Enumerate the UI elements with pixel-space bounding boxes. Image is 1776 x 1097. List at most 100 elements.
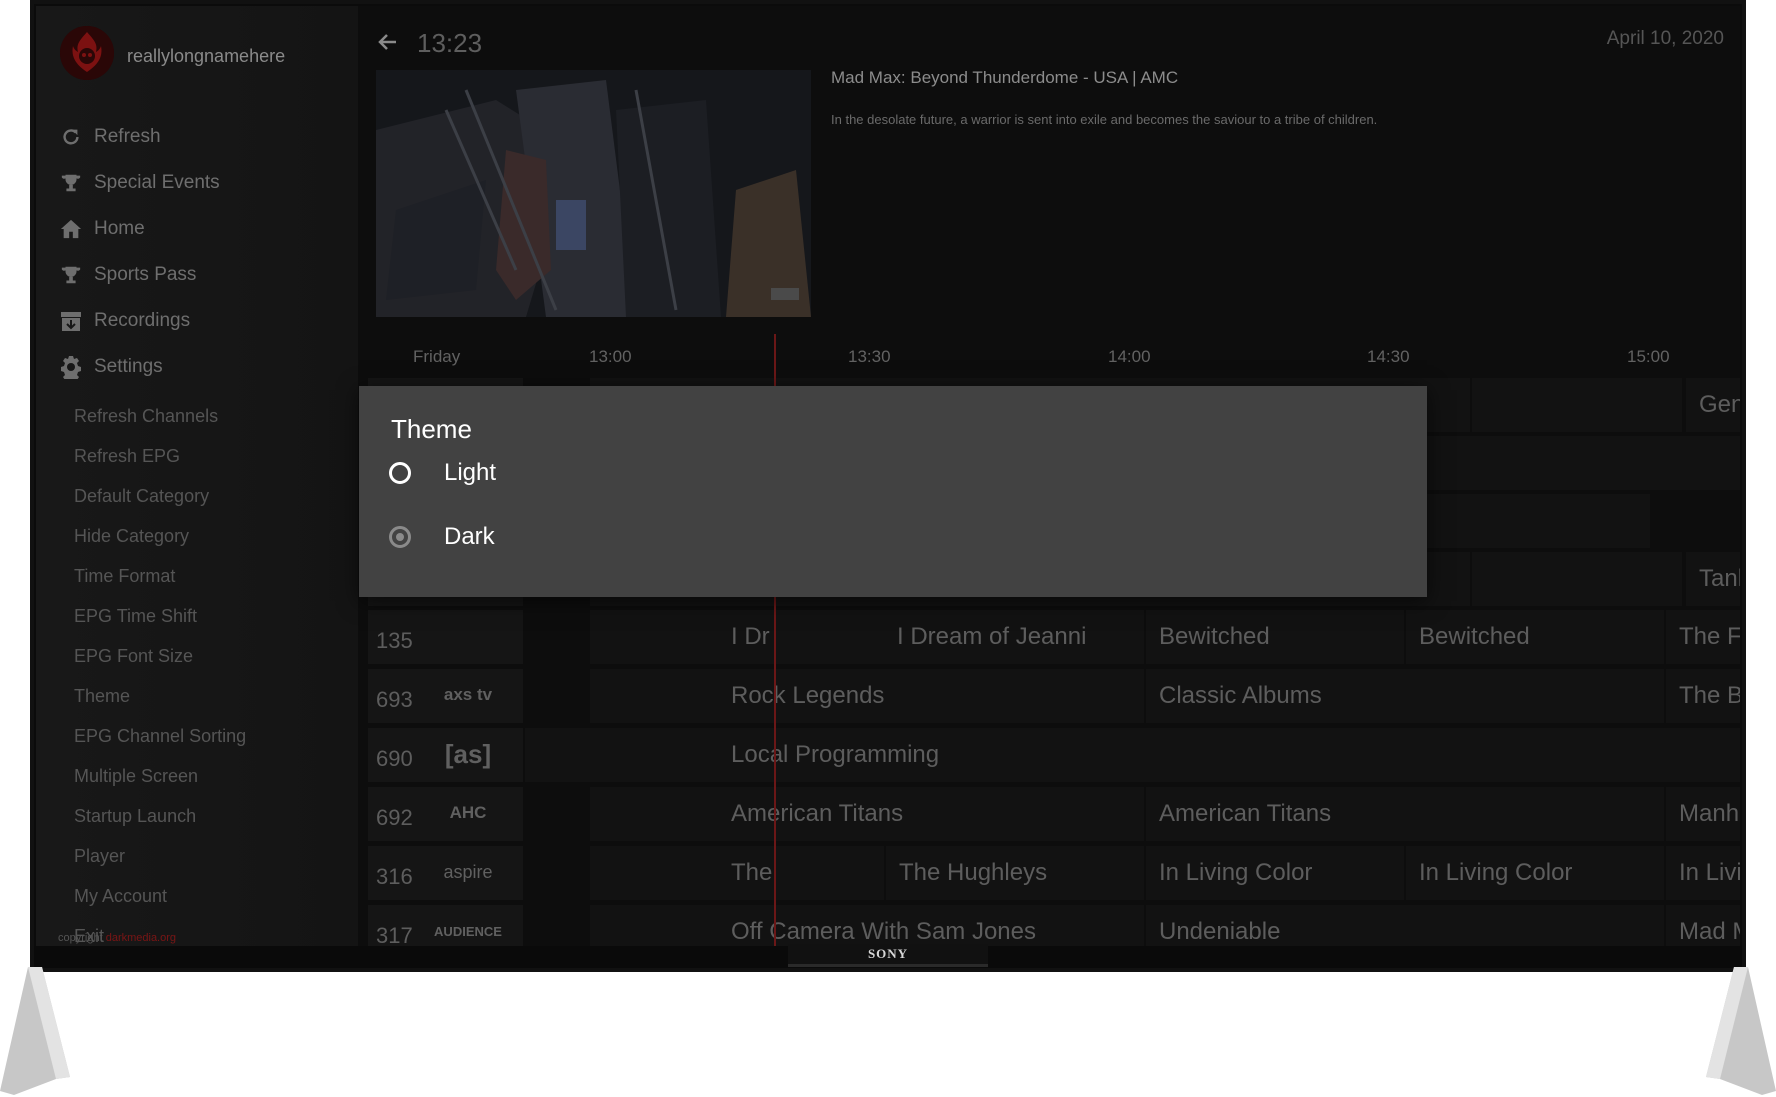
channel-row: 316 aspire The The Hughleys In Living Co…	[368, 846, 1740, 900]
program-cell[interactable]: The	[718, 846, 884, 900]
settings-item-theme[interactable]: Theme	[74, 676, 246, 716]
radio-checked-icon[interactable]	[389, 526, 411, 548]
sidebar-item-recordings[interactable]: Recordings	[56, 298, 220, 344]
sidebar-item-settings[interactable]: Settings	[56, 344, 220, 390]
program-cell[interactable]	[1472, 552, 1682, 606]
channel-number: 317	[376, 923, 413, 946]
timeline-day: Friday	[413, 347, 461, 366]
program-cell[interactable]: Tanked	[1686, 552, 1740, 606]
sidebar-item-label: Recordings	[94, 310, 191, 331]
channel-cell[interactable]: 690 [as]	[368, 728, 523, 782]
channel-cell[interactable]: 692 AHC	[368, 787, 523, 841]
program-cell[interactable]: In Living Color	[1406, 846, 1664, 900]
program-cell[interactable]	[590, 787, 718, 841]
timeline-tick: 14:00	[1108, 347, 1151, 366]
program-cell[interactable]: In Living	[1666, 846, 1740, 900]
copyright-link[interactable]: darkmedia.org	[106, 932, 176, 944]
program-cell[interactable]: The Big	[1666, 669, 1740, 723]
settings-item-default-category[interactable]: Default Category	[74, 476, 246, 516]
channel-logo: [as]	[444, 738, 492, 769]
channel-cell[interactable]: 317 AUDIENCE	[368, 905, 523, 946]
channel-logo: aspire	[443, 861, 493, 882]
app-screen: reallylongnamehere Refresh Special Event…	[36, 6, 1740, 946]
theme-option-dark[interactable]: Dark	[389, 512, 495, 562]
program-cell[interactable]	[590, 669, 718, 723]
settings-item-refresh-epg[interactable]: Refresh EPG	[74, 436, 246, 476]
username: reallylongnamehere	[127, 46, 286, 66]
sidebar-item-refresh[interactable]: Refresh	[56, 114, 220, 160]
timeline-tick: 14:30	[1367, 347, 1410, 366]
video-preview[interactable]	[376, 70, 811, 317]
program-cell[interactable]: I Dream of Jeanni	[884, 610, 1144, 664]
program-cell[interactable]	[590, 846, 718, 900]
tv-brand-logo: SONY	[788, 944, 988, 967]
dialog-title: Theme	[391, 414, 472, 444]
sidebar-item-label: Settings	[94, 356, 163, 377]
settings-item-epg-channel-sorting[interactable]: EPG Channel Sorting	[74, 716, 246, 756]
radio-unchecked-icon[interactable]	[389, 462, 411, 484]
program-cell[interactable]	[1472, 378, 1682, 432]
program-cell[interactable]: In Living Color	[1146, 846, 1404, 900]
theme-dialog: Theme Light Dark	[359, 386, 1427, 597]
channel-number: 135	[376, 628, 413, 653]
gear-icon	[56, 355, 86, 379]
settings-item-multiple-screen[interactable]: Multiple Screen	[74, 756, 246, 796]
avatar[interactable]	[60, 26, 114, 80]
program-cell[interactable]: Classic Albums	[1146, 669, 1664, 723]
timeline-tick: 15:00	[1627, 347, 1670, 366]
channel-logo: axs tv	[443, 685, 493, 704]
settings-item-epg-time-shift[interactable]: EPG Time Shift	[74, 596, 246, 636]
settings-item-refresh-channels[interactable]: Refresh Channels	[74, 396, 246, 436]
channel-logo: AHC	[449, 803, 487, 822]
channel-cell[interactable]: 316 aspire	[368, 846, 523, 900]
tv-frame: reallylongnamehere Refresh Special Event…	[30, 0, 1746, 972]
program-cell[interactable]: Rock Legends	[718, 669, 1144, 723]
sidebar-item-label: Home	[94, 218, 145, 239]
channel-cell[interactable]: 693 axs tv	[368, 669, 523, 723]
program-cell[interactable]: American Titans	[718, 787, 1144, 841]
settings-item-startup-launch[interactable]: Startup Launch	[74, 796, 246, 836]
channel-number: 690	[376, 746, 413, 771]
program-cell[interactable]: The Hughleys	[886, 846, 1144, 900]
program-cell[interactable]: Bewitched	[1146, 610, 1404, 664]
timeline-tick: 13:00	[589, 347, 632, 366]
program-description: In the desolate future, a warrior is sen…	[831, 112, 1378, 127]
tv-stand-right	[1706, 967, 1776, 1095]
settings-item-epg-font-size[interactable]: EPG Font Size	[74, 636, 246, 676]
sidebar-item-home[interactable]: Home	[56, 206, 220, 252]
program-cell[interactable]: Local Programming	[718, 728, 1740, 782]
sidebar-item-sports-pass[interactable]: Sports Pass	[56, 252, 220, 298]
channel-row: 317 AUDIENCE Off Camera With Sam Jones U…	[368, 905, 1740, 946]
settings-item-my-account[interactable]: My Account	[74, 876, 246, 916]
sidebar-item-special-events[interactable]: Special Events	[56, 160, 220, 206]
current-date: April 10, 2020	[1606, 28, 1724, 49]
settings-item-hide-category[interactable]: Hide Category	[74, 516, 246, 556]
channel-cell[interactable]: 135	[368, 610, 523, 664]
program-cell[interactable]	[525, 728, 718, 782]
program-cell[interactable]: Bewitched	[1406, 610, 1664, 664]
channel-number: 693	[376, 687, 413, 712]
tv-bezel-bottom: SONY	[34, 944, 1742, 968]
program-cell[interactable]: I Dr	[718, 610, 888, 664]
tv-stand-left	[0, 967, 70, 1095]
channel-number: 316	[376, 864, 413, 889]
settings-item-time-format[interactable]: Time Format	[74, 556, 246, 596]
program-cell[interactable]: American Titans	[1146, 787, 1664, 841]
program-cell[interactable]: Mad Me	[1666, 905, 1740, 946]
trophy-icon	[56, 171, 86, 195]
program-cell[interactable]: Off Camera With Sam Jones	[718, 905, 1144, 946]
program-cell[interactable]	[590, 905, 718, 946]
back-arrow-icon[interactable]	[376, 30, 402, 54]
program-cell[interactable]: Genera	[1686, 378, 1740, 432]
refresh-icon	[56, 125, 86, 149]
theme-option-light[interactable]: Light	[389, 448, 496, 498]
video-frame	[376, 70, 811, 317]
program-cell[interactable]: Undeniable	[1146, 905, 1664, 946]
settings-item-player[interactable]: Player	[74, 836, 246, 876]
option-label: Dark	[444, 523, 495, 550]
program-cell[interactable]: The Fac	[1666, 610, 1740, 664]
program-cell[interactable]: Manhu	[1666, 787, 1740, 841]
home-icon	[56, 217, 86, 241]
option-label: Light	[444, 459, 497, 486]
archive-icon	[56, 309, 86, 333]
